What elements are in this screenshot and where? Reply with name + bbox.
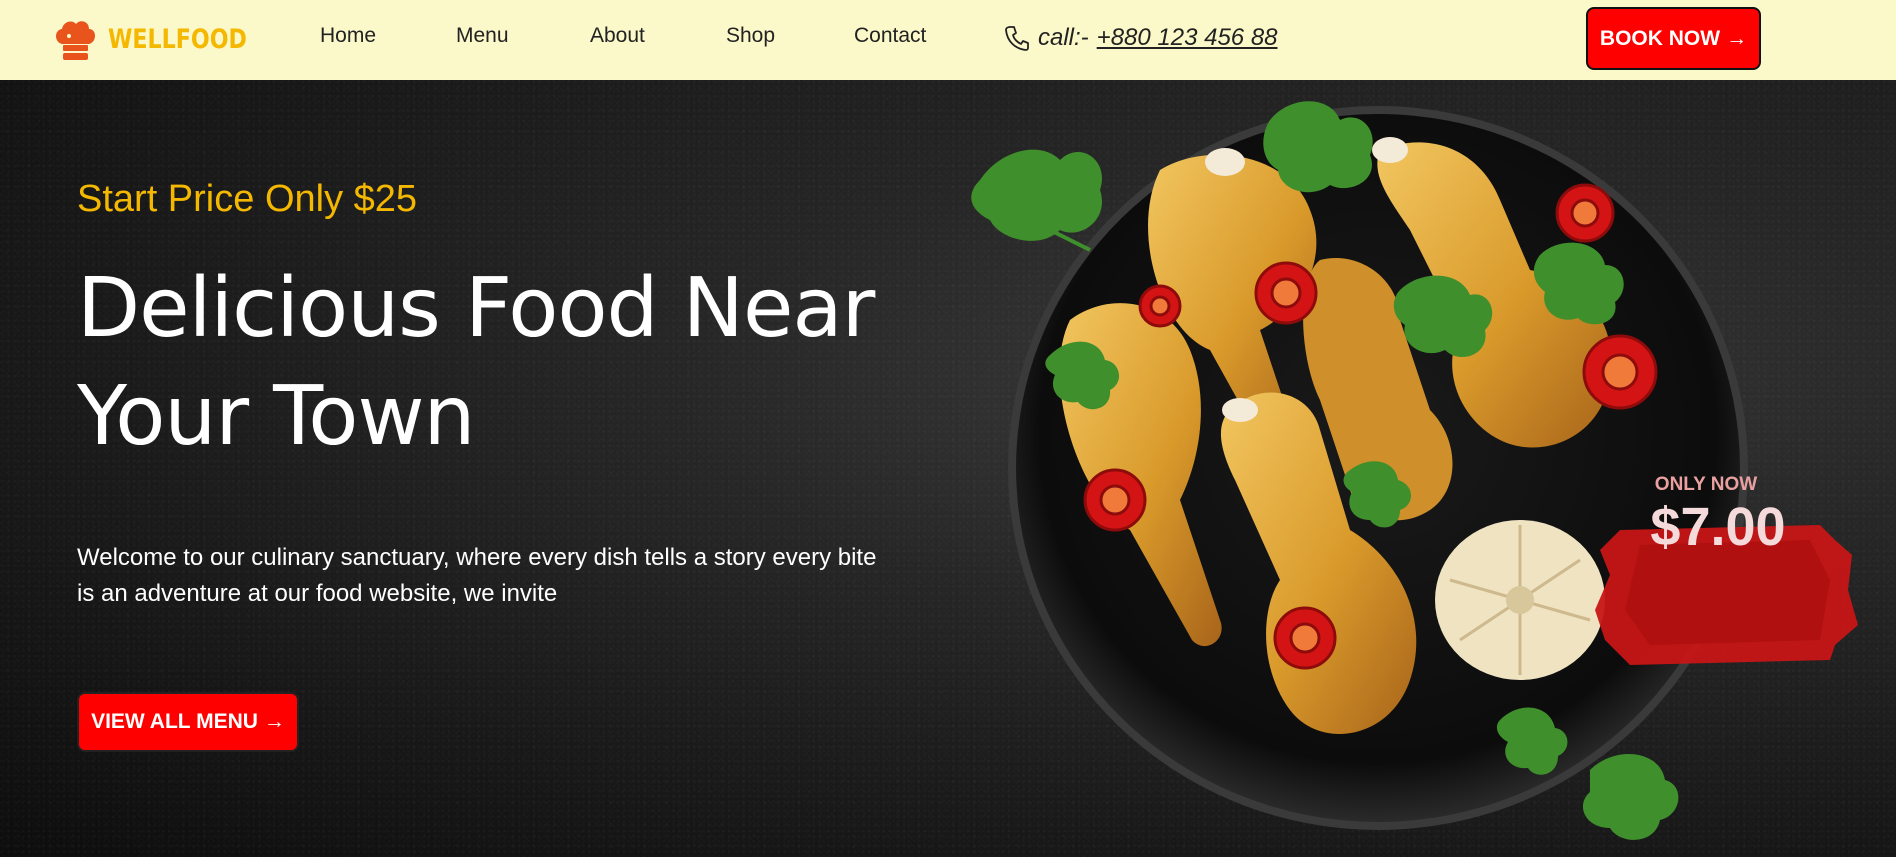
phone-icon [1005,26,1029,51]
promo-price: $7.00 [1650,497,1786,557]
nav-shop[interactable]: Shop [726,24,775,48]
brand-name: WELLFOOD [108,23,247,55]
brand-logo[interactable]: WELLFOOD [52,16,277,62]
book-now-button[interactable]: BOOK NOW → [1586,7,1761,70]
arrow-right-icon: → [263,710,285,733]
hero-intro: Welcome to our culinary sanctuary, where… [77,544,877,607]
garlic-bulb [1435,520,1605,680]
view-all-menu-label: VIEW ALL MENU [91,710,258,733]
chicken-plate-image [971,101,1748,840]
nav-menu[interactable]: Menu [456,24,509,48]
hero-headline: Delicious Food Near Your Town [77,261,875,464]
phone-number-link[interactable]: +880 123 456 88 [1097,24,1278,52]
view-all-menu-button[interactable]: VIEW ALL MENU → [77,692,299,752]
book-now-label: BOOK NOW [1599,26,1721,50]
promo-label: ONLY NOW [1654,474,1758,495]
nav-contact[interactable]: Contact [854,24,926,48]
hero-section: Start Price Only $25 Delicious Food Near… [0,80,1896,857]
call-contact: call:- +880 123 456 88 [1004,24,1278,52]
nav-about[interactable]: About [590,24,645,48]
hero-tagline: Start Price Only $25 [77,178,418,220]
arrow-right-icon: → [1726,26,1748,50]
call-prefix: call:- [1038,24,1089,51]
chef-hat-icon [56,21,95,60]
top-navbar: WELLFOOD Home Menu About Shop Contact ca… [0,0,1896,80]
nav-home[interactable]: Home [320,24,376,48]
